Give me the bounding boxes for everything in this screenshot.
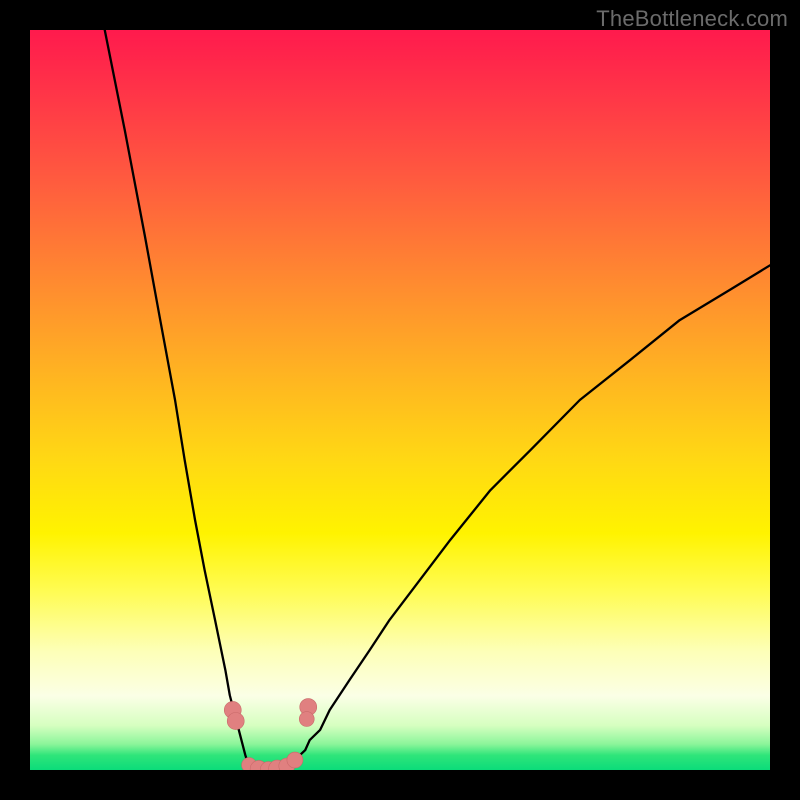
curve-path: [105, 30, 770, 767]
watermark-text: TheBottleneck.com: [596, 6, 788, 32]
curve-layer: [30, 30, 770, 770]
plot-area: [30, 30, 770, 770]
data-markers: [224, 699, 316, 770]
data-marker: [287, 752, 303, 768]
chart-frame: TheBottleneck.com: [0, 0, 800, 800]
data-marker: [299, 712, 314, 727]
bottleneck-curve: [105, 30, 770, 767]
data-marker: [227, 713, 244, 730]
